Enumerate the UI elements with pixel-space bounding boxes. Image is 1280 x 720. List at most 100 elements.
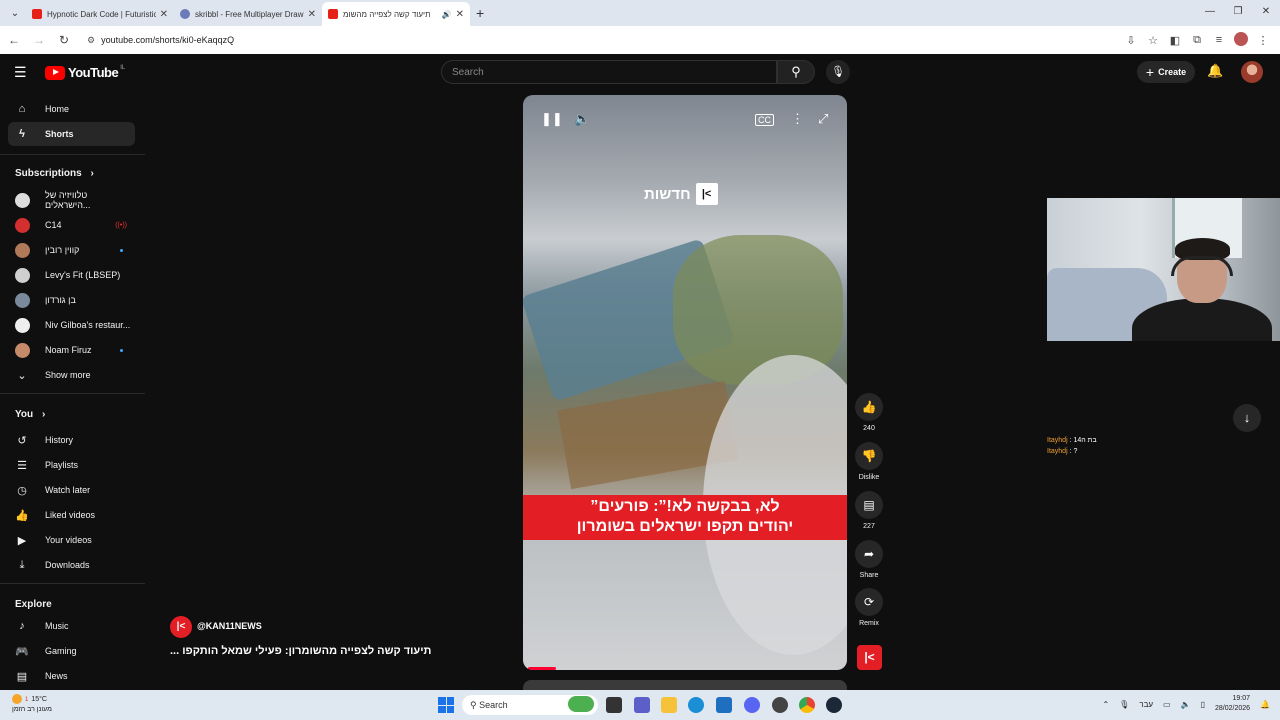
account-avatar[interactable] — [1241, 61, 1263, 83]
search-button[interactable]: ⚲ — [777, 60, 815, 84]
sidebar-item-label: History — [45, 435, 74, 445]
sidebar-subscription-2[interactable]: C14 ((•)) — [8, 213, 135, 237]
steam-icon[interactable] — [826, 697, 842, 713]
sidebar-subscription-3[interactable]: קווין רובין — [8, 238, 135, 262]
clock[interactable]: 19:07 28/02/2026 — [1215, 694, 1250, 714]
store-icon[interactable] — [716, 697, 732, 713]
chevron-up-icon[interactable]: ⌃ — [1102, 700, 1109, 709]
close-window-icon[interactable]: ✕ — [1252, 0, 1280, 26]
subscriptions-heading[interactable]: Subscriptions › — [15, 168, 94, 179]
new-tab-button[interactable]: + — [476, 5, 484, 21]
notifications-bell-icon[interactable]: 🔔 — [1207, 63, 1223, 79]
forward-icon[interactable]: → — [28, 33, 50, 47]
volume-icon[interactable]: 🔈 — [1181, 700, 1191, 709]
sidebar-item-playlists[interactable]: ☰ Playlists — [8, 453, 135, 477]
close-tab-icon[interactable]: ✕ — [160, 9, 168, 20]
you-heading[interactable]: You › — [15, 409, 45, 420]
reload-icon[interactable]: ↻ — [53, 33, 75, 47]
audio-playing-icon[interactable]: 🔊 — [442, 10, 452, 19]
sidebar-item-home[interactable]: ⌂ Home — [8, 97, 135, 121]
file-explorer-icon[interactable] — [661, 697, 677, 713]
maximize-icon[interactable]: ❐ — [1224, 0, 1252, 26]
channel-avatar[interactable]: |< — [170, 616, 192, 638]
site-info-icon[interactable]: ⚙ — [87, 35, 95, 46]
share-button[interactable]: ➦ Share — [855, 540, 883, 579]
short-title[interactable]: ... תיעוד קשה לצפייה מהשומרון: פעילי שמא… — [170, 645, 440, 657]
sidebar-subscription-4[interactable]: Levy's Fit (LBSEP) — [8, 263, 135, 287]
captions-icon[interactable]: CC — [755, 114, 774, 126]
channel-avatar — [15, 242, 30, 258]
windows-start-icon[interactable] — [438, 697, 454, 713]
next-short-preview[interactable] — [523, 680, 847, 690]
browser-tab-3[interactable]: תיעוד קשה לצפייה מהשומ 🔊 ✕ — [322, 2, 470, 26]
sidebar-item-news[interactable]: ▤ News — [8, 664, 135, 688]
fullscreen-icon[interactable]: ⤢ — [818, 111, 828, 127]
extension-icon[interactable]: ◧ — [1164, 34, 1186, 47]
channel-name[interactable]: @KAN11NEWS — [197, 621, 262, 631]
battery-icon[interactable]: ▯ — [1201, 700, 1205, 709]
sidebar-item-watch-later[interactable]: ◷ Watch later — [8, 478, 135, 502]
notifications-icon[interactable]: 🔔 — [1260, 700, 1270, 709]
sidebar-item-gaming[interactable]: 🎮 Gaming — [8, 639, 135, 663]
chrome-icon[interactable] — [799, 697, 815, 713]
weather-widget[interactable]: 1 15°C מעונן רב הזמן — [12, 694, 52, 714]
sidebar-subscription-7[interactable]: Noam Firuz — [8, 338, 135, 362]
sidebar-subscription-5[interactable]: בן גורדון — [8, 288, 135, 312]
url-field[interactable]: ⚙ youtube.com/shorts/ki0-eKaqqzQ — [81, 30, 1101, 50]
bookmark-star-icon[interactable]: ☆ — [1142, 34, 1164, 47]
channel-thumbnail-badge[interactable]: |< — [857, 645, 882, 670]
language-indicator[interactable]: עבר — [1139, 700, 1153, 709]
more-options-icon[interactable]: ⋮ — [791, 111, 804, 127]
browser-tab-1[interactable]: Hypnotic Dark Code | Futuristic ✕ — [26, 2, 174, 26]
sidebar-item-liked-videos[interactable]: 👍 Liked videos — [8, 503, 135, 527]
minimize-icon[interactable]: — — [1196, 0, 1224, 26]
app-icon[interactable] — [772, 697, 788, 713]
comments-button[interactable]: ▤ 227 — [855, 491, 883, 530]
browser-menu-icon[interactable]: ⋮ — [1252, 34, 1274, 47]
shorts-video-player[interactable]: ❚❚ 🔈 CC ⋮ ⤢ חדשות |< ”לא, בבקשה לא!”: פו… — [523, 95, 847, 670]
sidebar-item-history[interactable]: ↺ History — [8, 428, 135, 452]
youtube-logo[interactable]: YouTube IL — [45, 65, 125, 80]
next-short-button[interactable]: ↓ — [1233, 404, 1261, 432]
mic-icon[interactable]: 🎙 — [1119, 700, 1129, 709]
sidebar-item-your-videos[interactable]: ▶ Your videos — [8, 528, 135, 552]
network-icon[interactable]: ▭ — [1163, 700, 1171, 709]
discord-icon[interactable] — [744, 697, 760, 713]
install-app-icon[interactable]: ⇩ — [1120, 34, 1142, 47]
profile-avatar[interactable] — [1230, 31, 1252, 49]
teams-icon[interactable] — [634, 697, 650, 713]
volume-icon[interactable]: 🔈 — [574, 111, 590, 127]
task-view-icon[interactable] — [606, 697, 622, 713]
video-progress-bar[interactable] — [528, 667, 556, 670]
edge-icon[interactable] — [688, 697, 704, 713]
close-tab-icon[interactable]: ✕ — [308, 9, 316, 20]
dislike-button[interactable]: 👎 Dislike — [855, 442, 883, 481]
back-icon[interactable]: ← — [3, 33, 25, 47]
search-input[interactable]: Search — [441, 60, 777, 84]
browser-toolbar: ⇩ ☆ ◧ ⧉ ≡ ⋮ — [1120, 31, 1274, 49]
widget-icon[interactable] — [568, 696, 594, 712]
news-tag-text: חדשות — [644, 185, 691, 203]
extensions-puzzle-icon[interactable]: ⧉ — [1186, 34, 1208, 47]
sidebar-item-downloads[interactable]: ⤓ Downloads — [8, 553, 135, 577]
sidebar-item-music[interactable]: ♪ Music — [8, 614, 135, 638]
taskbar-search-label: Search — [479, 700, 508, 710]
video-icon: ▶ — [17, 534, 27, 547]
youtube-header: ☰ YouTube IL Search ⚲ 🎙 + Create 🔔 — [0, 54, 1280, 90]
show-more-button[interactable]: ⌄ Show more — [8, 363, 135, 387]
media-controls-icon[interactable]: ≡ — [1208, 34, 1230, 46]
menu-icon[interactable]: ☰ — [14, 64, 27, 81]
sidebar-subscription-1[interactable]: טלוויזיה של הישראלים... — [8, 188, 135, 212]
voice-search-button[interactable]: 🎙 — [826, 60, 850, 84]
sidebar-subscription-6[interactable]: Niv Gilboa's restaur... — [8, 313, 135, 337]
create-button[interactable]: + Create — [1137, 61, 1195, 83]
pause-icon[interactable]: ❚❚ — [541, 111, 563, 127]
tab-search-icon[interactable]: ⌄ — [4, 2, 26, 24]
divider — [0, 583, 145, 584]
like-button[interactable]: 👍 240 — [855, 393, 883, 432]
browser-tab-2[interactable]: skribbl - Free Multiplayer Draw ✕ — [174, 2, 322, 26]
sidebar-item-shorts[interactable]: ϟ Shorts — [8, 122, 135, 146]
remix-button[interactable]: ⟳ Remix — [855, 588, 883, 627]
banner-line-1: ”לא, בבקשה לא!”: פורעים — [590, 498, 780, 515]
close-tab-icon[interactable]: ✕ — [456, 9, 464, 20]
